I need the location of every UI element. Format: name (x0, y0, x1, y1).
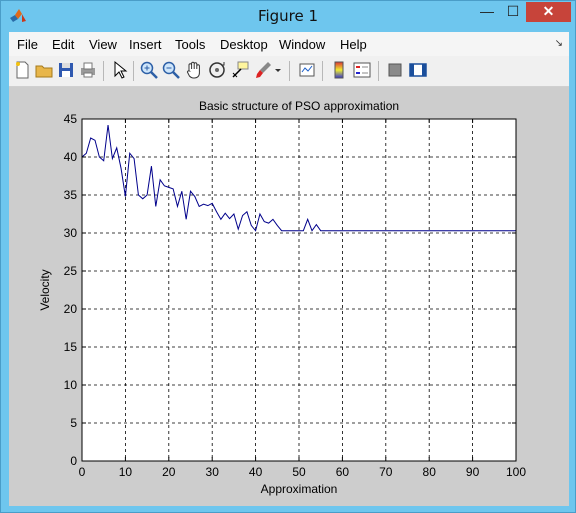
plot-svg[interactable]: 0 10 20 30 40 50 60 70 80 90 100 0 5 10 15 20 25 30 35 40 45… (9, 87, 569, 506)
open-file-icon[interactable] (33, 59, 55, 81)
rotate-3d-icon[interactable] (206, 59, 228, 81)
x-tick-label: 0 (79, 465, 86, 479)
y-axis-label: Velocity (38, 269, 52, 310)
menu-view[interactable]: View (89, 37, 117, 52)
link-plot-icon[interactable] (296, 59, 318, 81)
x-axis-label: Approximation (261, 482, 338, 496)
zoom-out-icon[interactable] (160, 59, 182, 81)
brush-icon[interactable] (252, 59, 274, 81)
x-tick-label: 20 (162, 465, 176, 479)
toolbar-separator (322, 61, 323, 81)
menu-window[interactable]: Window (279, 37, 325, 52)
y-tick-label: 5 (70, 416, 77, 430)
y-tick-label: 25 (64, 264, 78, 278)
figure-client: File Edit View Insert Tools Desktop Wind… (9, 32, 569, 506)
y-tick-label: 15 (64, 340, 78, 354)
minimize-button[interactable]: — (474, 2, 500, 22)
menu-insert[interactable]: Insert (129, 37, 162, 52)
menu-tools[interactable]: Tools (175, 37, 205, 52)
toolbar-separator (378, 61, 379, 81)
toolbar-separator (289, 61, 290, 81)
legend-icon[interactable] (351, 59, 373, 81)
data-cursor-icon[interactable] (229, 59, 251, 81)
y-tick-label: 40 (64, 150, 78, 164)
x-tick-label: 70 (379, 465, 393, 479)
pan-hand-icon[interactable] (183, 59, 205, 81)
x-tick-label: 80 (423, 465, 437, 479)
menu-edit[interactable]: Edit (52, 37, 74, 52)
figure-canvas[interactable]: 0 10 20 30 40 50 60 70 80 90 100 0 5 10 15 20 25 30 35 40 45… (9, 87, 569, 506)
hide-plot-tools-icon[interactable] (384, 59, 406, 81)
x-tick-label: 30 (206, 465, 220, 479)
show-plot-tools-icon[interactable] (407, 59, 429, 81)
menu-help[interactable]: Help (340, 37, 367, 52)
y-tick-label: 35 (64, 188, 78, 202)
toolbar-separator (103, 61, 104, 81)
y-tick-label: 0 (70, 454, 77, 468)
colorbar-icon[interactable] (328, 59, 350, 81)
print-icon[interactable] (77, 59, 99, 81)
edit-plot-arrow-icon[interactable] (108, 59, 130, 81)
brush-dropdown-icon[interactable] (273, 59, 283, 81)
x-tick-label: 10 (119, 465, 133, 479)
figure-toolbar (9, 56, 569, 87)
menu-file[interactable]: File (17, 37, 38, 52)
toolbar-separator (133, 61, 134, 81)
menu-bar: File Edit View Insert Tools Desktop Wind… (9, 32, 569, 56)
x-tick-label: 100 (506, 465, 526, 479)
maximize-button[interactable]: ☐ (500, 2, 526, 22)
y-tick-label: 20 (64, 302, 78, 316)
y-tick-label: 30 (64, 226, 78, 240)
x-tick-label: 40 (249, 465, 263, 479)
y-tick-label: 10 (64, 378, 78, 392)
dock-figure-icon[interactable]: ↘ (555, 38, 563, 49)
save-icon[interactable] (55, 59, 77, 81)
close-button[interactable]: ✕ (526, 2, 571, 22)
new-figure-icon[interactable] (11, 59, 33, 81)
x-tick-label: 60 (336, 465, 350, 479)
x-tick-label: 90 (466, 465, 480, 479)
plot-title: Basic structure of PSO approximation (199, 99, 399, 113)
menu-desktop[interactable]: Desktop (220, 37, 268, 52)
x-tick-label: 50 (292, 465, 306, 479)
zoom-in-icon[interactable] (138, 59, 160, 81)
title-bar[interactable]: Figure 1 — ☐ ✕ (1, 1, 575, 32)
y-tick-label: 45 (64, 112, 78, 126)
figure-window: Figure 1 — ☐ ✕ File Edit View Insert Too… (0, 0, 576, 513)
